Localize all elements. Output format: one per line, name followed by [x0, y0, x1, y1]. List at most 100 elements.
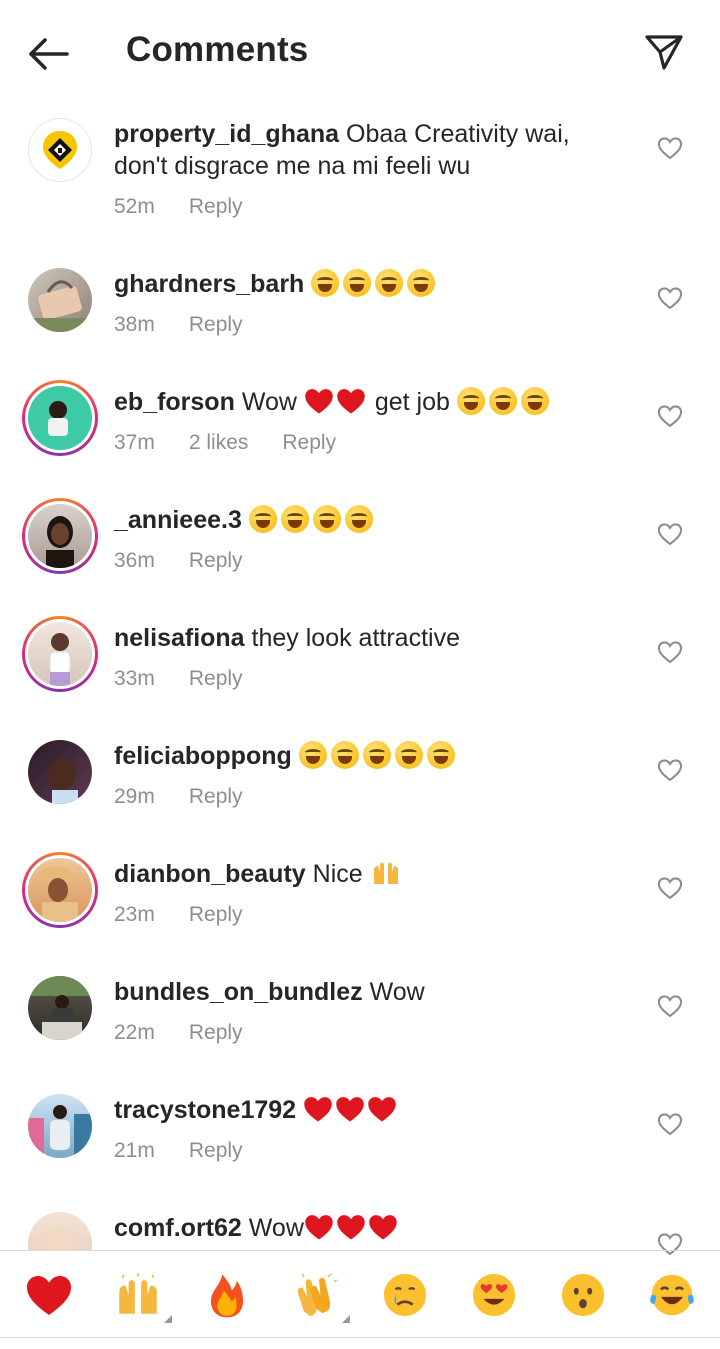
comment-text: Wow — [248, 1214, 304, 1242]
comment-item: ghardners_barh 38m Reply — [0, 254, 720, 372]
comment-text: they look attractive — [251, 624, 460, 652]
avatar-story-ring[interactable] — [22, 498, 98, 574]
comment-meta: 22m Reply — [114, 1021, 243, 1045]
red-heart-emoji-icon — [336, 1097, 364, 1122]
comment-username[interactable]: tracystone1792 — [114, 1096, 296, 1124]
comment-meta: 52m Reply — [114, 195, 243, 219]
red-heart-emoji-icon — [304, 1097, 332, 1122]
heart-outline-icon[interactable] — [656, 520, 684, 548]
reaction-raising-hands[interactable] — [110, 1267, 172, 1323]
comment-username[interactable]: property_id_ghana — [114, 120, 339, 148]
comment-username[interactable]: bundles_on_bundlez — [114, 978, 363, 1006]
clapping-hands-emoji-icon — [297, 1273, 337, 1316]
tears-of-joy-emoji-icon — [362, 741, 391, 769]
bag-photo-icon — [28, 280, 92, 332]
avatar — [28, 386, 92, 450]
reaction-heart-eyes[interactable] — [466, 1267, 522, 1323]
person-photo-icon — [40, 866, 78, 922]
comment-item: property_id_ghana Obaa Creativity wai, d… — [0, 104, 720, 222]
comment-text: Wow — [369, 978, 425, 1006]
comment-username[interactable]: eb_forson — [114, 388, 235, 416]
avatar — [28, 622, 92, 686]
avatar-story-ring[interactable] — [22, 852, 98, 928]
tears-of-joy-emoji-icon — [312, 505, 341, 533]
red-heart-emoji-icon — [368, 1097, 396, 1122]
reply-button[interactable]: Reply — [189, 1021, 243, 1045]
comment-username[interactable]: comf.ort62 — [114, 1214, 242, 1242]
person-photo-icon — [49, 633, 71, 686]
avatar[interactable] — [28, 118, 92, 182]
comment-username[interactable]: dianbon_beauty — [114, 860, 306, 888]
crying-face-emoji-icon — [383, 1273, 426, 1317]
heart-outline-icon[interactable] — [656, 638, 684, 666]
comments-list[interactable]: property_id_ghana Obaa Creativity wai, d… — [0, 104, 720, 1250]
avatar[interactable] — [28, 976, 92, 1040]
comment-username[interactable]: ghardners_barh — [114, 270, 304, 298]
avatar[interactable] — [28, 268, 92, 332]
reply-button[interactable]: Reply — [189, 667, 243, 691]
comment-item: comf.ort62 Wow — [0, 1198, 720, 1250]
surprised-face-emoji-icon — [561, 1273, 604, 1317]
avatar[interactable] — [28, 1212, 92, 1250]
person-photo-icon — [46, 1226, 74, 1250]
comment-username[interactable]: feliciaboppong — [114, 742, 292, 770]
back-button[interactable] — [24, 30, 72, 78]
header-bar: Comments — [0, 0, 720, 104]
red-heart-emoji-icon — [369, 1215, 397, 1240]
comment-item: eb_forson Wow get job 37m 2 likes Reply — [0, 372, 720, 490]
reaction-fire[interactable] — [199, 1267, 255, 1323]
reply-button[interactable]: Reply — [282, 431, 336, 455]
reply-button[interactable]: Reply — [189, 195, 243, 219]
reply-button[interactable]: Reply — [189, 549, 243, 573]
avatar[interactable] — [28, 740, 92, 804]
reply-button[interactable]: Reply — [189, 1139, 243, 1163]
reply-button[interactable]: Reply — [189, 313, 243, 337]
arrow-left-icon — [29, 38, 69, 70]
page-title: Comments — [126, 30, 309, 69]
comment-username[interactable]: _annieee.3 — [114, 506, 242, 534]
heart-outline-icon[interactable] — [656, 1110, 684, 1138]
reaction-surprised-face[interactable] — [555, 1267, 611, 1323]
reaction-crying-face[interactable] — [377, 1267, 433, 1323]
red-heart-emoji-icon — [337, 389, 365, 414]
tears-of-joy-emoji-icon — [456, 387, 485, 415]
reaction-clapping-hands[interactable] — [288, 1267, 350, 1323]
avatar[interactable] — [28, 1094, 92, 1158]
red-heart-emoji-icon — [337, 1215, 365, 1240]
tears-of-joy-emoji-icon — [311, 269, 340, 297]
tears-of-joy-emoji-icon — [280, 505, 309, 533]
comment-text: Obaa Creativity wai, — [346, 120, 570, 148]
avatar — [28, 858, 92, 922]
heart-outline-icon[interactable] — [656, 874, 684, 902]
tears-of-joy-emoji-icon — [375, 269, 404, 297]
raising-hands-emoji-icon — [373, 862, 398, 884]
heart-outline-icon[interactable] — [656, 992, 684, 1020]
reply-button[interactable]: Reply — [189, 903, 243, 927]
comment-text: Nice — [312, 860, 363, 888]
comment-time: 22m — [114, 1021, 155, 1044]
tears-of-joy-emoji-icon — [394, 741, 423, 769]
tears-of-joy-emoji-icon — [426, 741, 455, 769]
paper-plane-icon — [645, 35, 683, 70]
reaction-tears-of-joy[interactable] — [644, 1267, 700, 1323]
fire-emoji-icon — [210, 1274, 243, 1318]
heart-outline-icon[interactable] — [656, 402, 684, 430]
tears-of-joy-emoji-icon — [649, 1274, 694, 1316]
comment-time: 37m — [114, 431, 155, 454]
comment-item: tracystone1792 21m Reply — [0, 1080, 720, 1198]
comment-time: 23m — [114, 903, 155, 926]
comment-meta: 21m Reply — [114, 1139, 243, 1163]
comment-username[interactable]: nelisafiona — [114, 624, 245, 652]
red-heart-emoji-icon — [26, 1276, 71, 1315]
avatar-story-ring[interactable] — [22, 380, 98, 456]
comment-meta: 29m Reply — [114, 785, 243, 809]
reply-button[interactable]: Reply — [189, 785, 243, 809]
heart-outline-icon[interactable] — [656, 284, 684, 312]
comment-item: bundles_on_bundlez Wow 22m Reply — [0, 962, 720, 1080]
avatar-story-ring[interactable] — [22, 616, 98, 692]
share-button[interactable] — [640, 28, 688, 76]
likes-count[interactable]: 2 likes — [189, 431, 249, 455]
reaction-red-heart[interactable] — [21, 1267, 77, 1323]
heart-outline-icon[interactable] — [656, 134, 684, 162]
heart-outline-icon[interactable] — [656, 756, 684, 784]
